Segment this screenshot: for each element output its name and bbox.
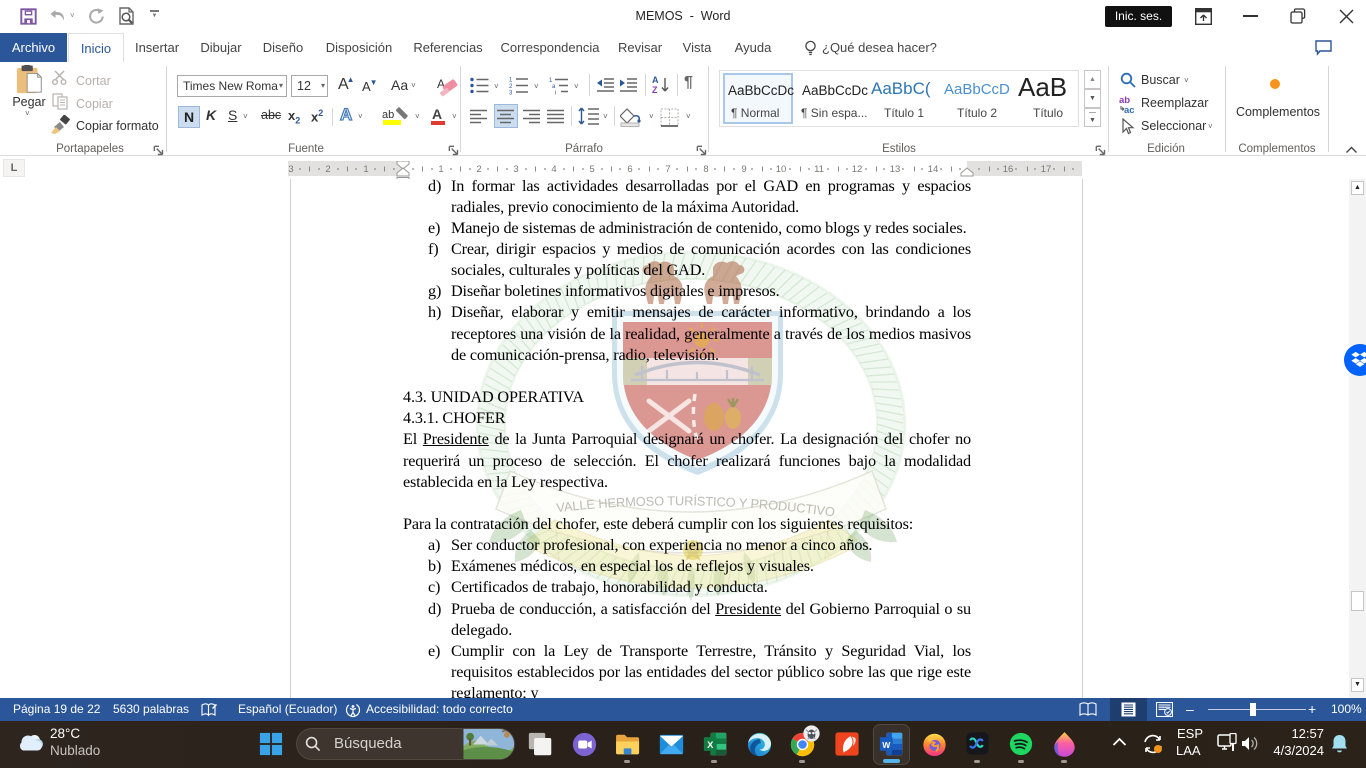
svg-text:2: 2 [476, 164, 481, 175]
svg-text:i: i [555, 91, 556, 96]
svg-text:11: 11 [814, 164, 824, 175]
svg-text:a: a [552, 84, 556, 90]
svg-text:X: X [707, 739, 714, 750]
svg-text:1: 1 [363, 164, 368, 175]
svg-text:7: 7 [665, 164, 670, 175]
svg-text:1: 1 [438, 164, 443, 175]
svg-text:2: 2 [325, 164, 330, 175]
svg-text:2: 2 [509, 84, 513, 90]
svg-text:9: 9 [741, 164, 746, 175]
svg-text:ac: ac [1124, 105, 1135, 115]
svg-text:Z: Z [652, 85, 658, 95]
svg-text:A: A [652, 75, 659, 85]
svg-text:3: 3 [513, 164, 518, 175]
svg-text:5: 5 [589, 164, 594, 175]
svg-text:ab: ab [382, 109, 394, 121]
svg-text:17: 17 [1041, 164, 1052, 175]
svg-text:4: 4 [551, 164, 556, 175]
svg-text:13: 13 [890, 164, 901, 175]
svg-text:16: 16 [1003, 164, 1014, 175]
svg-text:12: 12 [852, 164, 863, 175]
svg-text:8: 8 [703, 164, 708, 175]
svg-text:14: 14 [928, 164, 939, 175]
svg-text:3: 3 [509, 91, 513, 96]
svg-text:1: 1 [509, 78, 513, 84]
svg-text:6: 6 [627, 164, 632, 175]
svg-text:3: 3 [288, 164, 293, 175]
svg-text:W: W [882, 740, 891, 750]
svg-text:10: 10 [776, 164, 787, 175]
